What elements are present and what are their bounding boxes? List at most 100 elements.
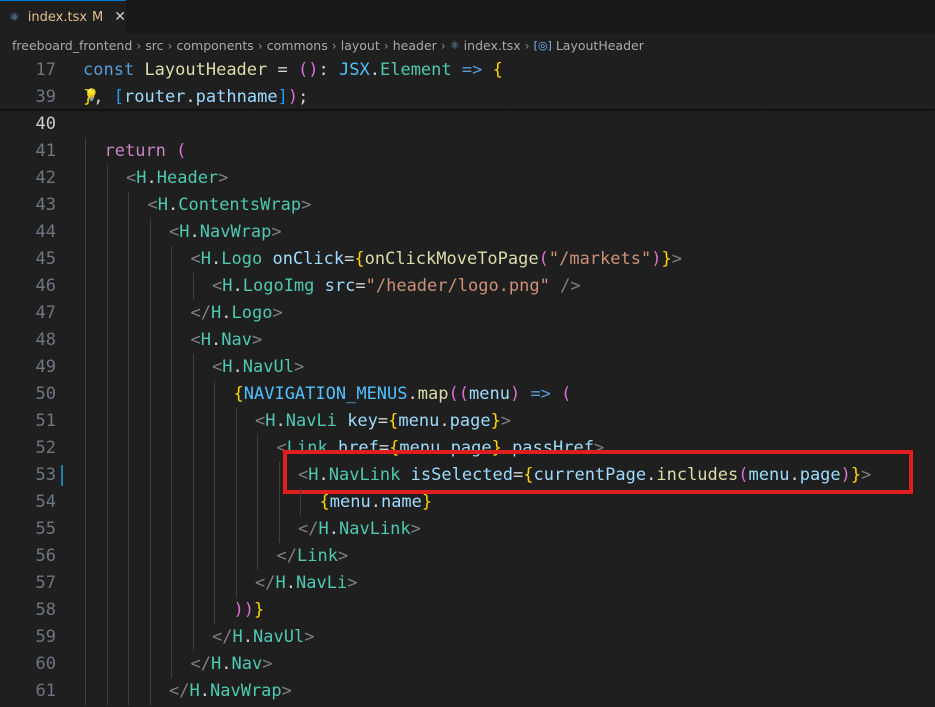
indent-guide	[85, 192, 86, 219]
breadcrumb-item[interactable]: src	[145, 38, 163, 53]
indent-guide	[128, 597, 129, 624]
indent-guide	[192, 435, 194, 462]
code-line[interactable]: 55 </H.NavLink>	[0, 516, 935, 543]
code-line[interactable]: 50 {NAVIGATION_MENUS.map((menu) => (	[0, 381, 935, 408]
indent-guide	[85, 651, 86, 678]
code-line[interactable]: 42 <H.Header>	[0, 165, 935, 192]
indent-guide	[235, 462, 237, 489]
code-line[interactable]: 54 {menu.name}	[0, 489, 935, 516]
breadcrumb-item[interactable]: commons	[267, 38, 328, 53]
breadcrumb-item[interactable]: LayoutHeader	[556, 38, 644, 53]
indent-guide	[106, 246, 108, 273]
indent-guide	[106, 435, 108, 462]
indent-guide	[85, 327, 86, 354]
indent-guide	[128, 462, 129, 489]
breadcrumb-separator: ›	[440, 37, 446, 53]
indent-guide	[235, 489, 237, 516]
code-line[interactable]: 59 </H.NavUl>	[0, 624, 935, 651]
modified-line-indicator	[61, 465, 63, 486]
code-text: return (	[104, 141, 187, 161]
code-text: <H.NavUl>	[212, 357, 305, 377]
lightbulb-icon[interactable]: 💡	[84, 88, 99, 102]
indent-guide	[214, 516, 215, 543]
breadcrumb-item[interactable]: layout	[341, 38, 380, 53]
code-text: ))}	[233, 600, 265, 620]
indent-guide	[149, 219, 151, 246]
indent-guide	[192, 273, 194, 300]
code-line[interactable]: 58))}	[0, 597, 935, 624]
code-line[interactable]: 56 </Link>	[0, 543, 935, 570]
highlight-annotation-box	[283, 450, 913, 494]
code-line[interactable]: 51 <H.NavLi key={menu.page}>	[0, 408, 935, 435]
breadcrumb-separator: ›	[136, 37, 142, 53]
indent-guide	[149, 273, 151, 300]
line-number: 54	[35, 492, 56, 512]
breadcrumb: freeboard_frontend › src › components › …	[0, 33, 935, 57]
code-editor[interactable]: 17 const LayoutHeader = (): JSX.Element =…	[0, 57, 935, 707]
line-number: 43	[35, 195, 56, 215]
code-text: </H.Nav>	[190, 654, 273, 674]
indent-guide	[235, 516, 237, 543]
indent-guide	[192, 381, 194, 408]
indent-guide	[171, 246, 172, 273]
indent-guide	[128, 651, 129, 678]
indent-guide	[257, 435, 258, 462]
code-line[interactable]: 41 return (	[0, 138, 935, 165]
breadcrumb-item[interactable]: header	[393, 38, 437, 53]
indent-guide	[235, 408, 237, 435]
code-line[interactable]: 53 <H.NavLink isSelected={currentPage.inc…	[0, 450, 935, 494]
line-number: 46	[35, 276, 56, 296]
tab-filename: index.tsx	[27, 9, 88, 25]
indent-guide	[85, 462, 86, 489]
indent-guide	[235, 570, 237, 597]
indent-guide	[149, 570, 151, 597]
close-icon[interactable]: ✕	[114, 9, 126, 25]
code-line[interactable]: 39}, [router.pathname]); 💡	[0, 84, 935, 111]
code-line[interactable]: 46 <H.LogoImg src="/header/logo.png" />	[0, 273, 935, 300]
editor-tab-index-tsx[interactable]: ⚛ index.tsx M ✕	[0, 0, 126, 33]
indent-guide	[85, 543, 86, 570]
code-line[interactable]: 17 const LayoutHeader = (): JSX.Element =…	[0, 57, 935, 84]
code-text: <H.NavLi key={menu.page}>	[255, 411, 512, 431]
indent-guide	[128, 273, 129, 300]
indent-guide	[106, 651, 108, 678]
code-text: const LayoutHeader = (): JSX.Element => …	[83, 60, 503, 80]
indent-guide	[128, 327, 129, 354]
indent-guide	[192, 354, 194, 381]
indent-guide	[171, 489, 172, 516]
code-line[interactable]: 60 </H.Nav>	[0, 651, 935, 678]
code-line[interactable]: 47 </H.Logo>	[0, 300, 935, 327]
indent-guide	[171, 543, 172, 570]
indent-guide	[85, 597, 86, 624]
indent-guide	[149, 381, 151, 408]
code-line[interactable]: 61 </H.NavWrap>	[0, 678, 935, 705]
line-number: 59	[35, 627, 56, 647]
indent-guide	[257, 516, 258, 543]
indent-guide	[106, 462, 108, 489]
code-text: <H.ContentsWrap>	[147, 195, 312, 215]
line-number: 50	[35, 384, 56, 404]
code-line[interactable]: 49 <H.NavUl>	[0, 354, 935, 381]
breadcrumb-item[interactable]: components	[177, 38, 254, 53]
indent-guide	[106, 192, 108, 219]
line-number: 44	[35, 222, 56, 242]
code-line[interactable]: 40	[0, 111, 935, 138]
indent-guide	[235, 543, 237, 570]
code-line[interactable]: 44 <H.NavWrap>	[0, 219, 935, 246]
indent-guide	[128, 435, 129, 462]
code-line[interactable]: 43 <H.ContentsWrap>	[0, 192, 935, 219]
breadcrumb-item[interactable]: freeboard_frontend	[12, 38, 132, 53]
tab-bar: ⚛ index.tsx M ✕	[0, 0, 935, 33]
code-line[interactable]: 48 <H.Nav>	[0, 327, 935, 354]
breadcrumb-separator: ›	[383, 37, 389, 53]
code-line[interactable]: 45 <H.Logo onClick={onClickMoveToPage("/m…	[0, 246, 935, 273]
code-line[interactable]: 57 </H.NavLi>	[0, 570, 935, 597]
indent-guide	[257, 489, 258, 516]
code-text: </H.NavWrap>	[169, 681, 292, 701]
line-number: 51	[35, 411, 56, 431]
indent-guide	[192, 597, 194, 624]
indent-guide	[128, 246, 129, 273]
line-number: 49	[35, 357, 56, 377]
indent-guide	[214, 489, 215, 516]
breadcrumb-item[interactable]: index.tsx	[464, 38, 521, 53]
